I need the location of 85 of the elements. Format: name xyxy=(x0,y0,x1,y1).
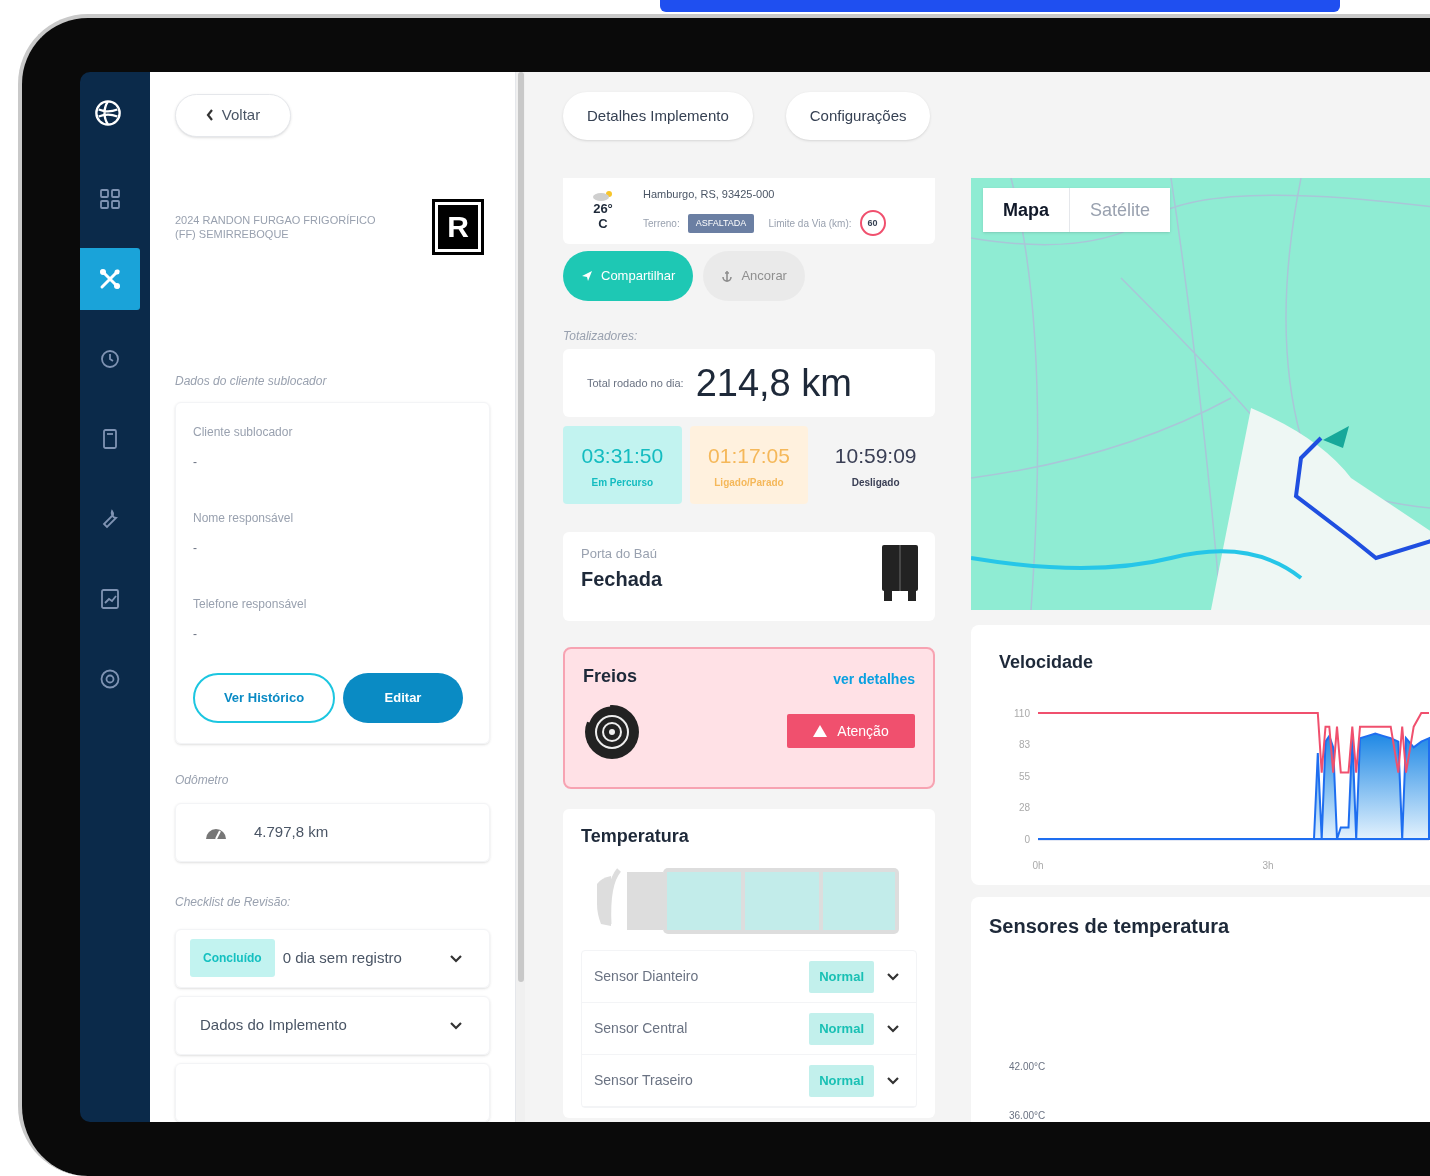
speed-limit-sign: 60 xyxy=(859,210,886,237)
axis-tick-label: 3h xyxy=(1262,860,1274,871)
map-type-option[interactable]: Mapa xyxy=(983,188,1069,232)
sensor-name: Sensor Dianteiro xyxy=(594,967,700,986)
axis-tick-label: 55 xyxy=(1018,771,1030,782)
card-title: Temperatura xyxy=(581,826,689,846)
address-text: Hamburgo, RS, 93425-000 xyxy=(643,186,776,202)
time-value: 10:59:09 xyxy=(834,442,917,469)
brand-logo: R xyxy=(432,198,484,255)
status-badge: Concluído xyxy=(190,939,275,978)
accordion-label: Dados do Implemento xyxy=(199,1015,348,1036)
chevron-down-icon xyxy=(449,1020,463,1030)
sensor-name: Sensor Traseiro xyxy=(594,1071,694,1090)
weather-temperature: 26° xyxy=(593,201,613,216)
axis-tick-label: 42.00°C xyxy=(1009,1060,1047,1074)
odometer-value: 4.797,8 km xyxy=(254,822,329,843)
weather-unit: C xyxy=(598,216,608,231)
section-heading: Totalizadores: xyxy=(563,328,639,345)
accordion-item[interactable]: Concluído 0 dia sem registro xyxy=(175,928,490,988)
implement-title: 2024 RANDON FURGAO FRIGORÍFICO (FF) SEMIRREBOQUE xyxy=(175,212,377,241)
time-label: Em Percurso xyxy=(591,476,654,491)
distance-value: 214,8 km xyxy=(695,360,852,406)
card-title: Velocidade xyxy=(999,652,1094,672)
grid-icon xyxy=(98,187,122,211)
brake-disc-icon xyxy=(583,702,641,760)
tools-icon xyxy=(98,267,122,291)
door-label: Porta do Baú xyxy=(581,545,658,563)
status-badge: Normal xyxy=(809,1064,874,1097)
send-icon xyxy=(581,270,593,282)
card-title: Freios xyxy=(583,665,638,688)
warning-icon xyxy=(813,725,828,737)
map-type-option[interactable]: Satélite xyxy=(1069,188,1171,232)
globe-logo-icon xyxy=(94,99,122,127)
trailer-door-icon xyxy=(881,544,919,602)
door-status: Fechada xyxy=(581,566,663,592)
accordion-item[interactable]: Dados do Implemento xyxy=(175,995,490,1055)
field-label: Cliente sublocador xyxy=(193,423,294,441)
chevron-down-icon xyxy=(886,1076,900,1085)
status-badge: Normal xyxy=(809,1012,874,1045)
sidebar-nav-item[interactable] xyxy=(80,248,140,310)
chevron-down-icon xyxy=(886,1024,900,1033)
terrain-label: Terreno: xyxy=(643,216,680,231)
card-title: Sensores de temperatura xyxy=(989,914,1231,939)
time-value: 01:17:05 xyxy=(708,442,790,469)
status-badge: Normal xyxy=(809,960,874,993)
chevron-down-icon xyxy=(449,953,463,963)
axis-tick-label: 28 xyxy=(1018,801,1030,813)
back-button[interactable]: Voltar xyxy=(175,94,291,137)
tab[interactable]: Configurações xyxy=(785,92,931,140)
history-button[interactable]: Ver Histórico xyxy=(193,672,335,723)
section-heading: Odômetro xyxy=(175,771,230,789)
history-icon xyxy=(98,347,122,371)
axis-tick-label: 36.00°C xyxy=(1009,1109,1047,1122)
axis-tick-label: 0h xyxy=(1032,860,1044,871)
section-heading: Dados do cliente sublocador xyxy=(175,372,328,390)
axis-tick-label: 83 xyxy=(1018,738,1030,750)
warning-badge: Atenção xyxy=(787,714,915,748)
tab[interactable]: Detalhes Implemento xyxy=(563,92,753,140)
cloud-sun-icon xyxy=(591,191,615,201)
field-value: - xyxy=(193,453,198,471)
time-value: 03:31:50 xyxy=(581,442,664,469)
edit-button[interactable]: Editar xyxy=(343,672,463,723)
distance-label: Total rodado no dia: xyxy=(587,375,684,391)
sensor-name: Sensor Central xyxy=(594,1019,689,1038)
chevron-down-icon xyxy=(886,972,900,981)
sensor-row[interactable]: Sensor Central Normal xyxy=(582,1003,916,1055)
speed-limit-label: Limite da Via (km): xyxy=(768,216,852,231)
time-label: Ligado/Parado xyxy=(714,476,784,491)
field-label: Nome responsável xyxy=(193,509,295,527)
chart-icon xyxy=(98,587,122,611)
sensor-row[interactable]: Sensor Dianteiro Normal xyxy=(582,951,916,1003)
settings-icon xyxy=(98,667,122,691)
chevron-left-icon xyxy=(205,109,214,122)
field-value: - xyxy=(193,539,198,557)
accordion-label: 0 dia sem registro xyxy=(282,948,403,969)
anchor-icon xyxy=(721,269,734,283)
axis-tick-label: 0 xyxy=(1024,834,1030,845)
time-label: Desligado xyxy=(851,476,900,491)
terrain-tag: ASFALTADA xyxy=(687,213,755,233)
field-label: Telefone responsável xyxy=(193,595,308,613)
scrollbar[interactable] xyxy=(515,72,525,1122)
field-value: - xyxy=(193,625,198,643)
sensor-row[interactable]: Sensor Traseiro Normal xyxy=(582,1055,916,1107)
axis-tick-label: 110 xyxy=(1014,708,1030,719)
section-heading: Checklist de Revisão: xyxy=(175,893,292,911)
